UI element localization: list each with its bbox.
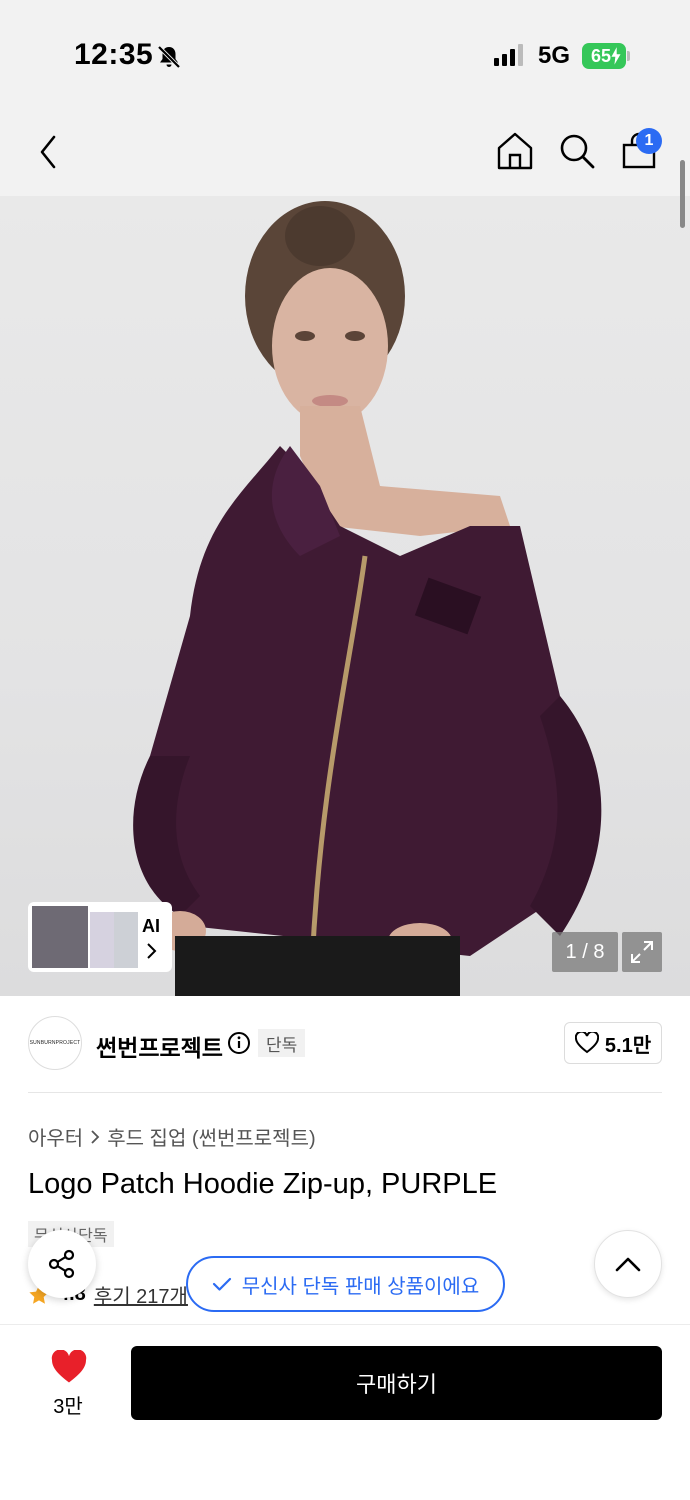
product-image[interactable] [0,196,690,996]
chevron-right-icon [147,943,157,959]
ai-label: AI [142,916,160,936]
brand-like-button[interactable]: 5.1만 [564,1022,662,1064]
chevron-up-icon [615,1257,641,1272]
scroll-top-button[interactable] [594,1230,662,1298]
exclusive-badge: 단독 [258,1029,306,1057]
breadcrumb: 아우터 후드 집업 (썬번프로젝트) [28,1122,316,1151]
battery-tip [627,51,630,61]
toast-text: 무신사 단독 판매 상품이에요 [241,1275,480,1298]
brand-logo[interactable]: SUNBURNPROJECT [28,1016,82,1070]
ai-styling-thumbnail[interactable] [28,902,172,972]
review-link[interactable]: 후기 217개 [94,1280,188,1309]
exclusive-toast: 무신사 단독 판매 상품이에요 [186,1256,505,1312]
brand-name[interactable]: 썬번프로젝트 [96,1029,223,1063]
product-photo-illustration [133,201,602,996]
product-title: Logo Patch Hoodie Zip-up, PURPLE [28,1168,498,1200]
wish-count: 3만 [53,1396,83,1418]
thumb-image-3 [114,912,138,968]
status-time: 12:35 [74,38,154,71]
expand-icon [631,941,653,963]
thumb-image-2 [90,912,114,968]
breadcrumb-category[interactable]: 아우터 [28,1122,83,1151]
scrollbar[interactable] [680,160,685,228]
back-arrow-icon[interactable] [36,134,62,170]
thumb-image-1 [32,906,88,968]
expand-image-button[interactable] [622,932,662,972]
heart-filled-icon[interactable] [50,1350,88,1384]
brand-like-count: 5.1만 [604,1034,652,1057]
battery-level: 65 [590,45,612,66]
bell-off-icon [157,45,181,69]
image-page-counter: 1 / 8 [552,932,618,972]
share-icon [48,1249,75,1279]
charging-bolt-icon [610,46,622,66]
network-label: 5G [538,42,571,69]
buy-button[interactable]: 구매하기 [131,1346,662,1420]
brand-logo-text: SUNBURNPROJECT [29,1040,81,1046]
check-icon [212,1277,231,1291]
breadcrumb-subcategory[interactable]: 후드 집업 (썬번프로젝트) [107,1122,315,1151]
search-icon[interactable] [558,132,596,170]
breadcrumb-chevron-icon [91,1129,100,1144]
heart-outline-icon [574,1032,599,1054]
info-icon[interactable] [227,1031,251,1055]
divider [28,1092,662,1093]
share-button[interactable] [28,1230,96,1298]
home-icon[interactable] [496,131,534,171]
cart-count-badge: 1 [636,128,662,154]
signal-icon [494,44,523,66]
